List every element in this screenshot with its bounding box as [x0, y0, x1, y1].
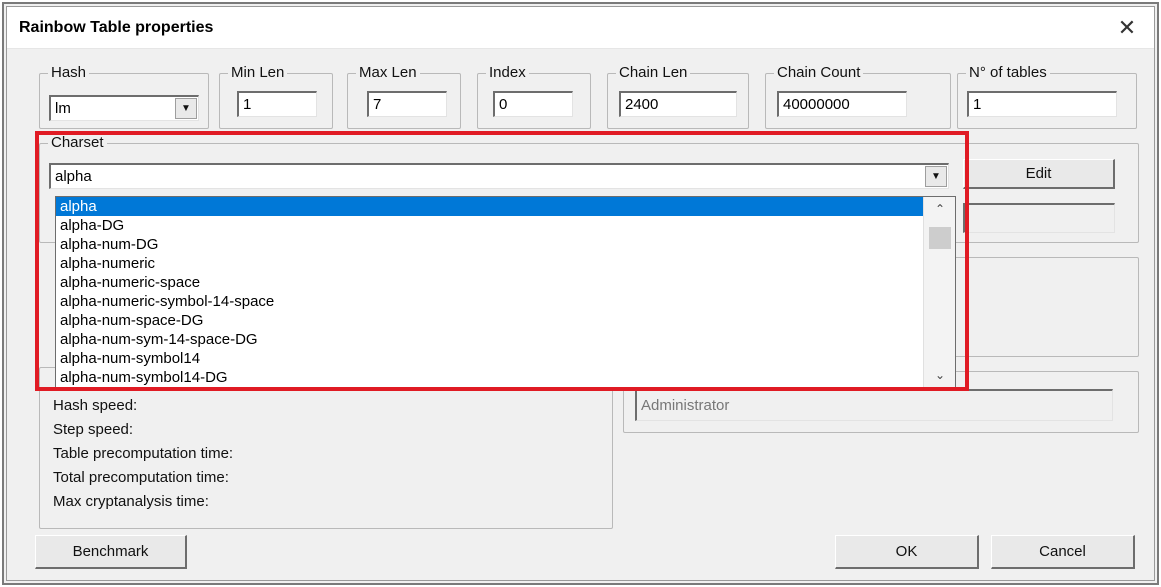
max-len-input[interactable] — [367, 91, 447, 117]
num-tables-label: N° of tables — [966, 64, 1050, 81]
total-precomputation-label: Total precomputation time: — [53, 469, 229, 486]
dialog-title: Rainbow Table properties — [19, 19, 214, 36]
hash-label: Hash — [48, 64, 90, 81]
title-bar: Rainbow Table properties ✕ — [7, 7, 1154, 49]
chain-len-label: Chain Len — [616, 64, 691, 81]
num-tables-input[interactable] — [967, 91, 1117, 117]
chain-len-input[interactable] — [619, 91, 737, 117]
chain-count-label: Chain Count — [774, 64, 864, 81]
table-precomputation-label: Table precomputation time: — [53, 445, 234, 462]
chevron-down-icon[interactable]: ▼ — [175, 98, 197, 119]
index-label: Index — [486, 64, 529, 81]
highlight-box — [35, 131, 969, 391]
charset-content-field — [963, 203, 1115, 233]
hash-select-value: lm — [55, 100, 71, 117]
hash-speed-label: Hash speed: — [53, 397, 138, 414]
min-len-label: Min Len — [228, 64, 288, 81]
rainbow-table-dialog: Rainbow Table properties ✕ Hash lm ▼ Min… — [6, 6, 1155, 581]
step-speed-label: Step speed: — [53, 421, 134, 438]
max-cryptanalysis-label: Max cryptanalysis time: — [53, 493, 209, 510]
index-input[interactable] — [493, 91, 573, 117]
cancel-button[interactable]: Cancel — [991, 535, 1135, 569]
user-input[interactable] — [635, 389, 1113, 421]
benchmark-button[interactable]: Benchmark — [35, 535, 187, 569]
max-len-label: Max Len — [356, 64, 420, 81]
close-icon[interactable]: ✕ — [1110, 13, 1144, 43]
min-len-input[interactable] — [237, 91, 317, 117]
ok-button[interactable]: OK — [835, 535, 979, 569]
edit-button[interactable]: Edit — [963, 159, 1115, 189]
hash-select[interactable]: lm ▼ — [49, 95, 199, 121]
chain-count-input[interactable] — [777, 91, 907, 117]
